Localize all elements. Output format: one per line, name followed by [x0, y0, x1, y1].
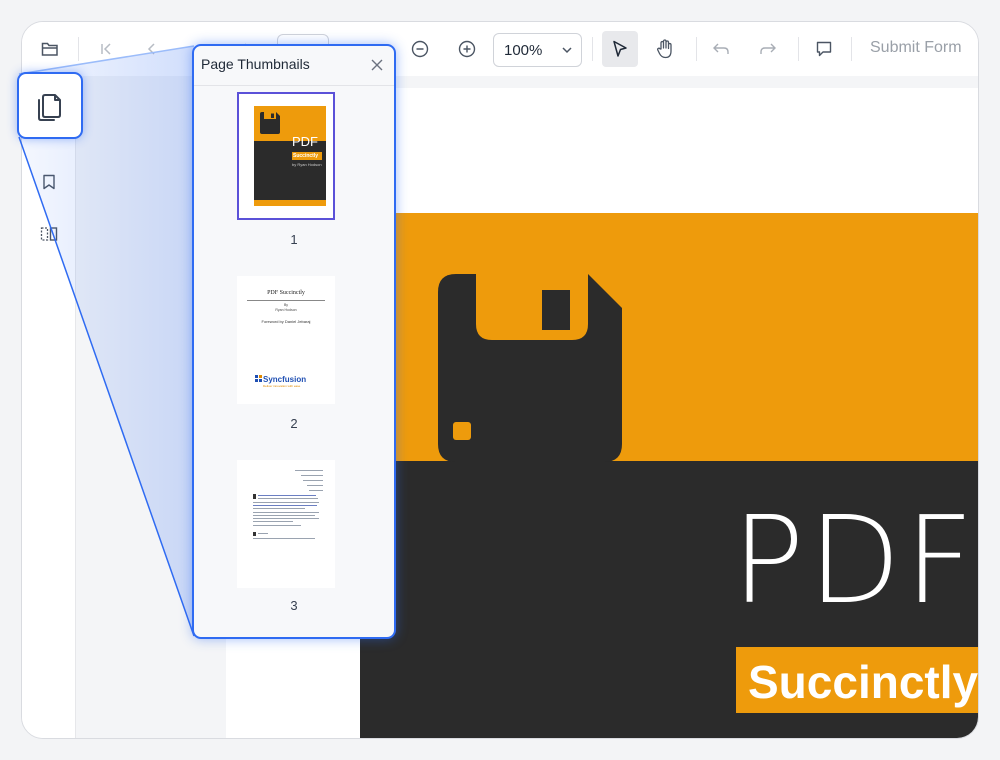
zoom-in-icon[interactable] [452, 34, 482, 64]
thumbnail-label: 3 [290, 598, 298, 613]
thumbnail-label: 1 [290, 232, 298, 247]
thumbnail-page-2[interactable]: PDF Succinctly By Ryan Hodson Foreword b… [237, 276, 335, 404]
text-line [301, 475, 323, 476]
toolbar-divider [696, 37, 697, 61]
thumbnail-tagline: Deliver innovation with ease [263, 384, 301, 388]
text-line [309, 490, 323, 491]
close-icon[interactable] [370, 58, 384, 72]
thumbnails-panel: Page Thumbnails PDF Succinctly by Ryan H… [192, 44, 396, 639]
left-navigation-rail [22, 76, 76, 738]
thumbnail-cover: PDF Succinctly by Ryan Hodson [254, 106, 326, 206]
text-line [253, 502, 319, 503]
cover-badge: Succinctly [736, 647, 979, 713]
text-line [307, 485, 323, 486]
thumbnail-cover-author: by Ryan Hodson [292, 162, 322, 167]
previous-page-icon[interactable] [137, 34, 167, 64]
submit-form-button[interactable]: Submit Form [870, 39, 962, 57]
text-line [253, 538, 315, 539]
redo-icon[interactable] [753, 34, 783, 64]
zoom-select[interactable]: 100% [493, 33, 582, 67]
cover-badge-text: Succinctly [748, 656, 979, 708]
toolbar-divider [78, 37, 79, 61]
toolbar-divider [851, 37, 852, 61]
thumbnail-page-1[interactable]: PDF Succinctly by Ryan Hodson [237, 92, 335, 220]
thumbnail-page-3[interactable] [237, 460, 335, 588]
thumbnail-label: 2 [290, 416, 298, 431]
cover-title: PDF [732, 492, 978, 631]
organize-pages-icon [40, 227, 58, 241]
thumbnail-cover-title: PDF [292, 134, 318, 149]
text-line [253, 505, 317, 506]
text-line [258, 533, 268, 534]
thumbnail-logo-text: Syncfusion [263, 375, 307, 384]
first-page-icon[interactable] [91, 34, 121, 64]
text-line [253, 518, 319, 519]
toolbar: 100% Submit Form [22, 22, 978, 76]
floppy-disk-icon [260, 112, 280, 134]
thumbnail-author: Ryan Hodson [275, 308, 297, 312]
pan-hand-icon[interactable] [650, 34, 680, 64]
floppy-disk-icon [438, 274, 622, 462]
text-line [253, 515, 315, 516]
folder-open-icon[interactable] [35, 34, 65, 64]
toolbar-divider [592, 37, 593, 61]
panel-header: Page Thumbnails [194, 46, 394, 86]
comment-icon[interactable] [809, 34, 839, 64]
bookmarks-button[interactable] [22, 164, 76, 200]
text-line [303, 480, 323, 481]
text-line [253, 525, 301, 526]
text-line [253, 508, 305, 509]
divider [247, 300, 325, 301]
chevron-down-icon [562, 47, 572, 54]
select-pointer-icon[interactable] [602, 31, 638, 67]
bullet [253, 532, 256, 536]
text-line [253, 512, 319, 513]
text-line [258, 495, 316, 496]
thumbnail-by: By [283, 303, 289, 307]
panel-title: Page Thumbnails [201, 56, 310, 72]
dropcap [253, 494, 256, 499]
page-thumbnails-icon [38, 93, 61, 121]
organize-pages-button[interactable] [22, 216, 76, 252]
thumbnail-cover-dark [254, 141, 326, 200]
bookmark-icon [43, 174, 55, 190]
pdf-viewer-window: PDF Succinctly 100% Submit Form [21, 21, 979, 739]
syncfusion-logo-icon [255, 375, 262, 382]
thumbnail-doc-title: PDF Succinctly [267, 290, 305, 296]
thumbnail-foreword: Foreword by Daniel Jebaraj [261, 319, 311, 324]
text-line [253, 521, 293, 522]
text-line [295, 470, 323, 471]
toolbar-divider [798, 37, 799, 61]
zoom-value: 100% [504, 41, 543, 59]
text-line [258, 498, 318, 499]
undo-icon[interactable] [706, 34, 736, 64]
thumbnail-cover-badge: Succinctly [292, 152, 322, 160]
zoom-out-icon[interactable] [405, 34, 435, 64]
page-thumbnails-button[interactable] [17, 72, 83, 139]
